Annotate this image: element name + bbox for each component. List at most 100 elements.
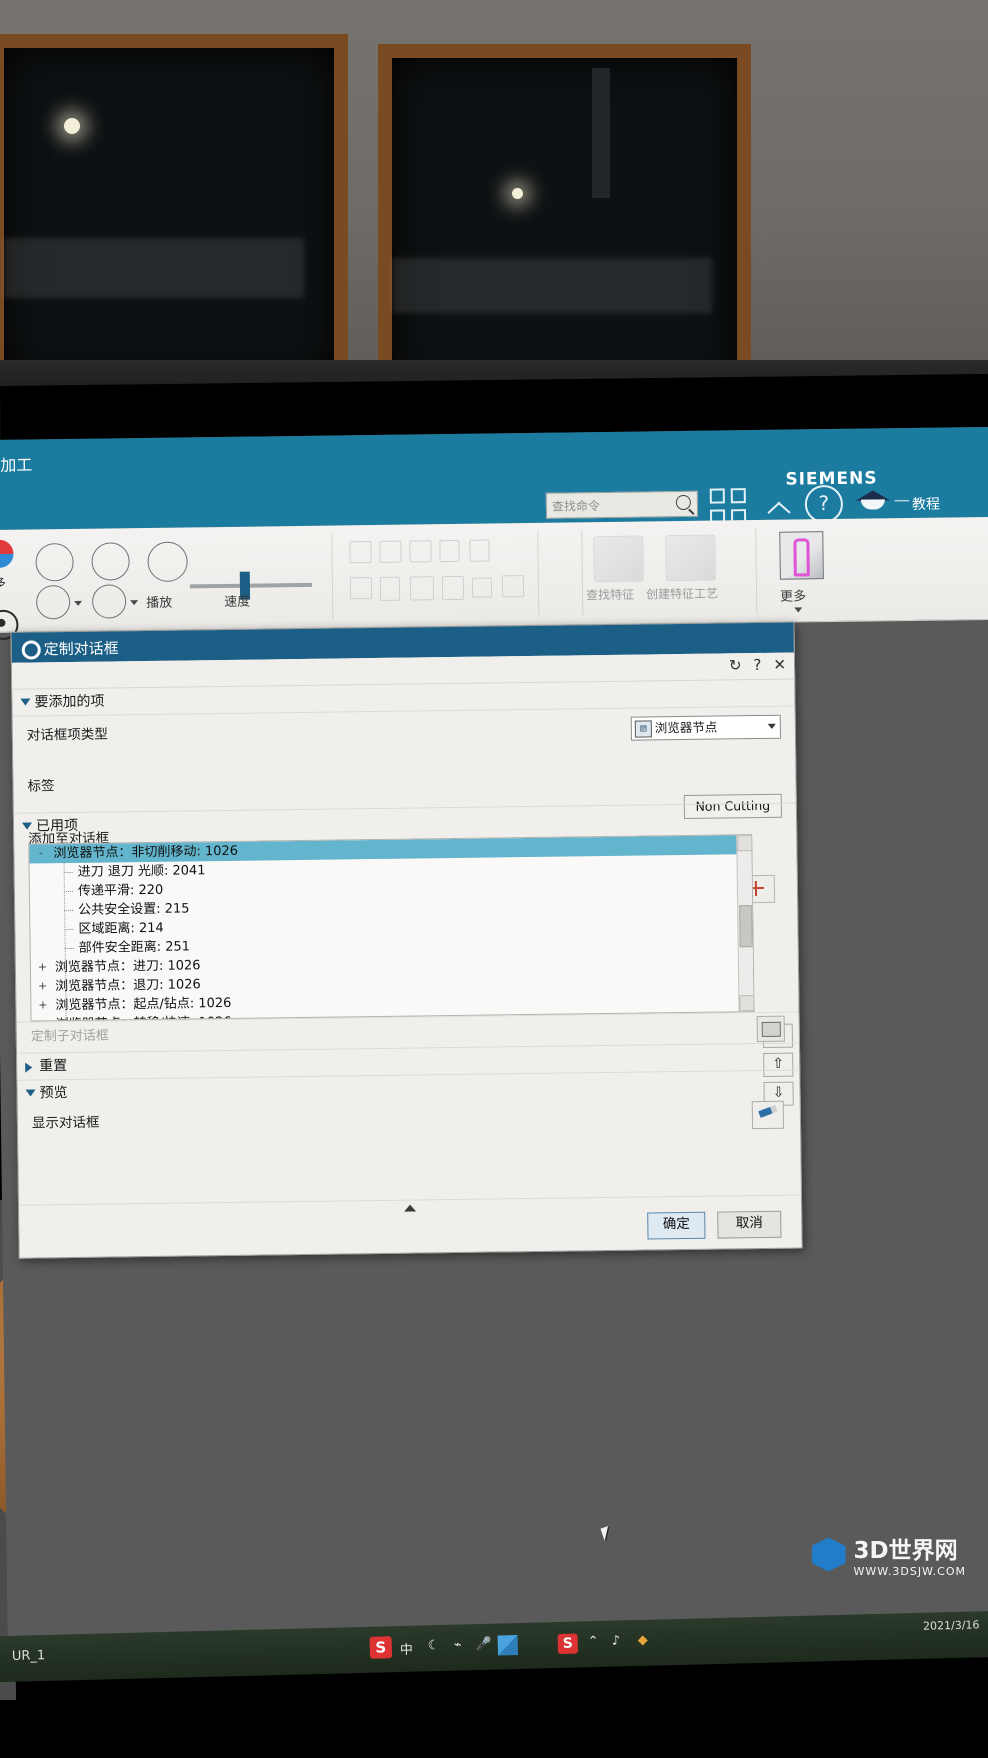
customize-sub-dialog-button[interactable] (756, 1015, 785, 1043)
skip-last-icon[interactable] (91, 584, 127, 619)
tool-icon-3[interactable] (409, 540, 432, 563)
tree-row-label: 传递平滑: 220 (77, 882, 164, 899)
help-icon[interactable]: ? (804, 484, 844, 524)
scroll-thumb[interactable] (739, 905, 753, 948)
section-used-items: 已用项 - 浏览器节点：非切削移动: 1026 进刀 退刀 光顺: 2041 传递平滑… (13, 802, 799, 1106)
skip-first-dropdown-icon[interactable] (74, 600, 83, 606)
find-feature-icon[interactable] (593, 535, 644, 583)
show-dialog-label: 显示对话框 (31, 1114, 100, 1132)
create-feature-process-icon[interactable] (665, 534, 716, 582)
play-icon[interactable] (147, 541, 188, 582)
step-back-icon[interactable] (35, 542, 74, 582)
pause-icon[interactable] (91, 542, 130, 581)
reset-dialog-icon[interactable]: ↻ (729, 656, 742, 674)
browser-node-icon: ▤ (634, 720, 652, 738)
expand-node-icon[interactable]: + (37, 960, 48, 973)
window-mullion (592, 68, 610, 198)
more-label[interactable]: 更多 (780, 585, 806, 604)
ceiling-light-reflection-2 (512, 188, 523, 199)
tool-icon-9[interactable] (441, 575, 465, 601)
tool-icon-8[interactable] (409, 576, 435, 601)
shield-icon[interactable]: ◆ (638, 1633, 648, 1648)
chevron-up-icon[interactable] (768, 496, 790, 518)
section-reset-label: 重置 (39, 1058, 68, 1075)
glass-reflection (4, 238, 304, 298)
watermark-title: 3D世界网 (853, 1538, 958, 1564)
tool-icon-5[interactable] (469, 539, 490, 562)
skip-first-icon[interactable] (35, 584, 71, 620)
tool-icon-1[interactable] (349, 541, 372, 564)
section-items-to-add: 要添加的项 对话框项类型 ▤ 浏览器节点 标签 Non Cutting 添加至对… (12, 679, 796, 904)
tool-icon-2[interactable] (379, 540, 402, 563)
ime-panel-icon[interactable] (497, 1635, 519, 1656)
gear-icon (20, 638, 37, 655)
command-search-box[interactable]: 查找命令 (545, 490, 699, 519)
tool-icon-11[interactable] (501, 575, 525, 598)
dialog-title: 定制对话框 (43, 639, 119, 659)
section-preview-label: 预览 (39, 1085, 68, 1102)
sogou-ime-icon[interactable]: S (369, 1636, 393, 1659)
find-feature-label: 查找特征 (585, 587, 635, 603)
dialog-help-icon[interactable]: ? (753, 656, 761, 674)
window-left (0, 34, 348, 392)
tree-row-label: 公共安全设置: 215 (78, 901, 190, 918)
scroll-up-button[interactable] (737, 835, 754, 852)
tree-row-label: 浏览器节点：进刀: 1026 (54, 958, 201, 976)
create-feature-process-label: 创建特征工艺 (645, 586, 719, 602)
fullscreen-icon[interactable] (709, 488, 747, 525)
ceiling-light-reflection (64, 118, 80, 134)
chevron-right-icon (25, 1062, 33, 1073)
skip-last-dropdown-icon[interactable] (130, 600, 139, 606)
ime-mode-label[interactable]: 中 (400, 1639, 413, 1658)
tool-icon-10[interactable] (471, 577, 493, 598)
status-bar-text: UR_1 (11, 1648, 46, 1665)
tool-icon-6[interactable] (349, 577, 373, 600)
tree-scrollbar[interactable] (736, 835, 755, 1012)
show-dialog-button[interactable] (751, 1100, 785, 1130)
moon-icon[interactable]: ☾ (428, 1638, 440, 1653)
chevron-down-icon (767, 723, 776, 729)
cancel-button[interactable]: 取消 (717, 1210, 782, 1239)
tree-branch-icon (63, 890, 73, 893)
minimize-button[interactable]: — (894, 490, 910, 509)
tool-icon-7[interactable] (379, 576, 401, 601)
section-items-to-add-label: 要添加的项 (34, 693, 105, 711)
tray-extra-icon[interactable]: ♪ (612, 1633, 621, 1648)
color-wheel-icon[interactable] (0, 539, 14, 569)
chevron-down-icon (25, 1089, 36, 1097)
graduation-cap-icon[interactable] (855, 490, 890, 512)
dialog-item-type-value: 浏览器节点 (654, 719, 718, 736)
tutorial-label[interactable]: 教程 (912, 494, 940, 514)
dialog-close-icon[interactable]: ✕ (773, 656, 786, 674)
speed-slider-track[interactable] (189, 582, 312, 589)
customize-dialog: 定制对话框 ↻ ? ✕ 要添加的项 对话框项类型 ▤ 浏览器节点 标签 Non … (10, 621, 803, 1259)
ribbon-toolbar: 播放 速度 查找特征 创建特征工艺 更多 (0, 516, 988, 633)
toolbox-icon[interactable]: ⌁ (454, 1637, 462, 1652)
scroll-down-button[interactable] (739, 995, 755, 1012)
ok-button[interactable]: 确定 (647, 1211, 706, 1240)
more-dropdown-icon[interactable] (794, 607, 803, 613)
used-items-tree[interactable]: - 浏览器节点：非切削移动: 1026 进刀 退刀 光顺: 2041 传递平滑: 22… (28, 834, 755, 1022)
tree-row-label: 浏览器节点：退刀: 1026 (55, 977, 201, 995)
tree-row-label: 部件安全距离: 251 (78, 939, 191, 956)
nx-application-window: 加工 SIEMENS — 查找命令 ? 教程 播放 速度 查找特征 创建特征工艺… (0, 426, 988, 1683)
tray-arrow-icon[interactable]: ⌃ (588, 1634, 599, 1649)
more-icon[interactable] (779, 531, 824, 580)
collapse-node-icon[interactable]: - (35, 846, 46, 859)
microphone-icon[interactable]: 🎤 (476, 1637, 493, 1652)
glass-reflection-2 (392, 258, 712, 313)
tool-icon-4[interactable] (439, 539, 460, 563)
dialog-footer: 确定 取消 (19, 1194, 802, 1258)
expand-node-icon[interactable]: + (37, 998, 48, 1011)
window-right (378, 44, 751, 402)
tree-row-label: 浏览器节点：起点/钻点: 1026 (55, 995, 232, 1014)
taskbar-clock[interactable]: 2021/3/16 (923, 1617, 980, 1633)
dialog-item-type-combo[interactable]: ▤ 浏览器节点 (630, 714, 781, 741)
sogou-tray-icon[interactable]: S (557, 1633, 579, 1655)
chevron-down-icon (20, 698, 31, 706)
collapse-chevron-icon[interactable] (404, 1204, 417, 1212)
field-label: 标签 Non Cutting (13, 764, 795, 819)
ribbon-tab-machining[interactable]: 加工 (0, 451, 32, 475)
left-more-label[interactable]: 更多 (0, 574, 6, 591)
expand-node-icon[interactable]: + (37, 979, 48, 992)
